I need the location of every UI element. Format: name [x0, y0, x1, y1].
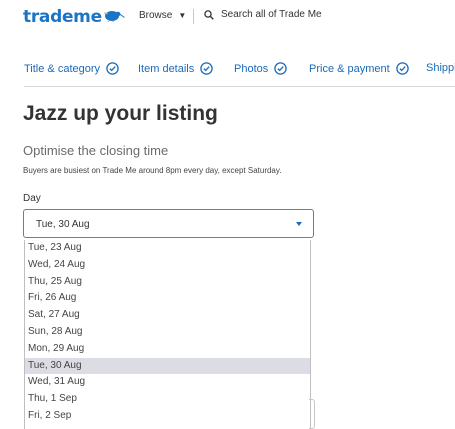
step-photos[interactable]: Photos — [234, 62, 287, 75]
day-select[interactable]: Tue, 30 Aug — [23, 209, 314, 238]
hidden-field-edge — [309, 399, 315, 429]
trademe-logo[interactable]: trademe — [23, 6, 125, 28]
check-circle-icon — [274, 62, 287, 75]
day-option[interactable]: Thu, 1 Sep — [25, 391, 310, 408]
check-circle-icon — [200, 62, 213, 75]
step-label: Photos — [234, 62, 269, 75]
search-icon — [204, 9, 214, 20]
step-title-category[interactable]: Title & category — [24, 62, 119, 75]
day-field-label: Day — [23, 193, 41, 204]
step-label: Shippi — [426, 62, 455, 74]
steps-divider — [24, 86, 455, 87]
day-option-selected[interactable]: Tue, 30 Aug — [25, 357, 310, 375]
day-select-value: Tue, 30 Aug — [36, 219, 90, 230]
check-circle-icon — [395, 62, 409, 75]
day-option[interactable]: Thu, 25 Aug — [25, 274, 310, 291]
check-circle-icon — [106, 62, 119, 75]
day-option[interactable]: Fri, 26 Aug — [25, 290, 310, 307]
day-option[interactable]: Tue, 23 Aug — [25, 240, 310, 257]
logo-wordmark: trademe — [23, 7, 102, 27]
section-subtitle: Optimise the closing time — [23, 143, 169, 158]
day-dropdown-list: Tue, 23 Aug Wed, 24 Aug Thu, 25 Aug Fri,… — [24, 240, 311, 429]
day-option[interactable]: Mon, 29 Aug — [25, 341, 310, 358]
day-option[interactable]: Fri, 2 Sep — [25, 408, 310, 425]
caret-down-icon — [296, 222, 302, 226]
search-placeholder: Search all of Trade Me — [221, 9, 322, 20]
caret-down-icon: ▼ — [178, 11, 187, 20]
search-input[interactable]: Search all of Trade Me — [204, 9, 322, 20]
day-option[interactable]: Wed, 31 Aug — [25, 374, 310, 391]
hint-text: Buyers are busiest on Trade Me around 8p… — [23, 166, 282, 175]
step-item-details[interactable]: Item details — [138, 62, 213, 75]
day-option[interactable]: Sat, 27 Aug — [25, 307, 310, 324]
step-label: Title & category — [24, 62, 101, 75]
step-shipping[interactable]: Shippi — [426, 62, 455, 74]
page-title: Jazz up your listing — [23, 102, 218, 125]
browse-menu[interactable]: Browse ▼ — [139, 10, 186, 21]
kiwi-icon — [103, 10, 125, 22]
step-label: Item details — [138, 62, 195, 75]
day-option[interactable]: Wed, 24 Aug — [25, 257, 310, 274]
browse-label: Browse — [139, 10, 173, 21]
top-header: trademe Browse ▼ Search all of Trade Me — [0, 0, 455, 34]
header-divider — [193, 9, 194, 24]
step-price-payment[interactable]: Price & payment — [309, 62, 409, 75]
step-label: Price & payment — [309, 62, 390, 75]
listing-steps: Title & category Item details Photos Pri… — [24, 62, 455, 78]
day-option[interactable]: Sun, 28 Aug — [25, 324, 310, 341]
